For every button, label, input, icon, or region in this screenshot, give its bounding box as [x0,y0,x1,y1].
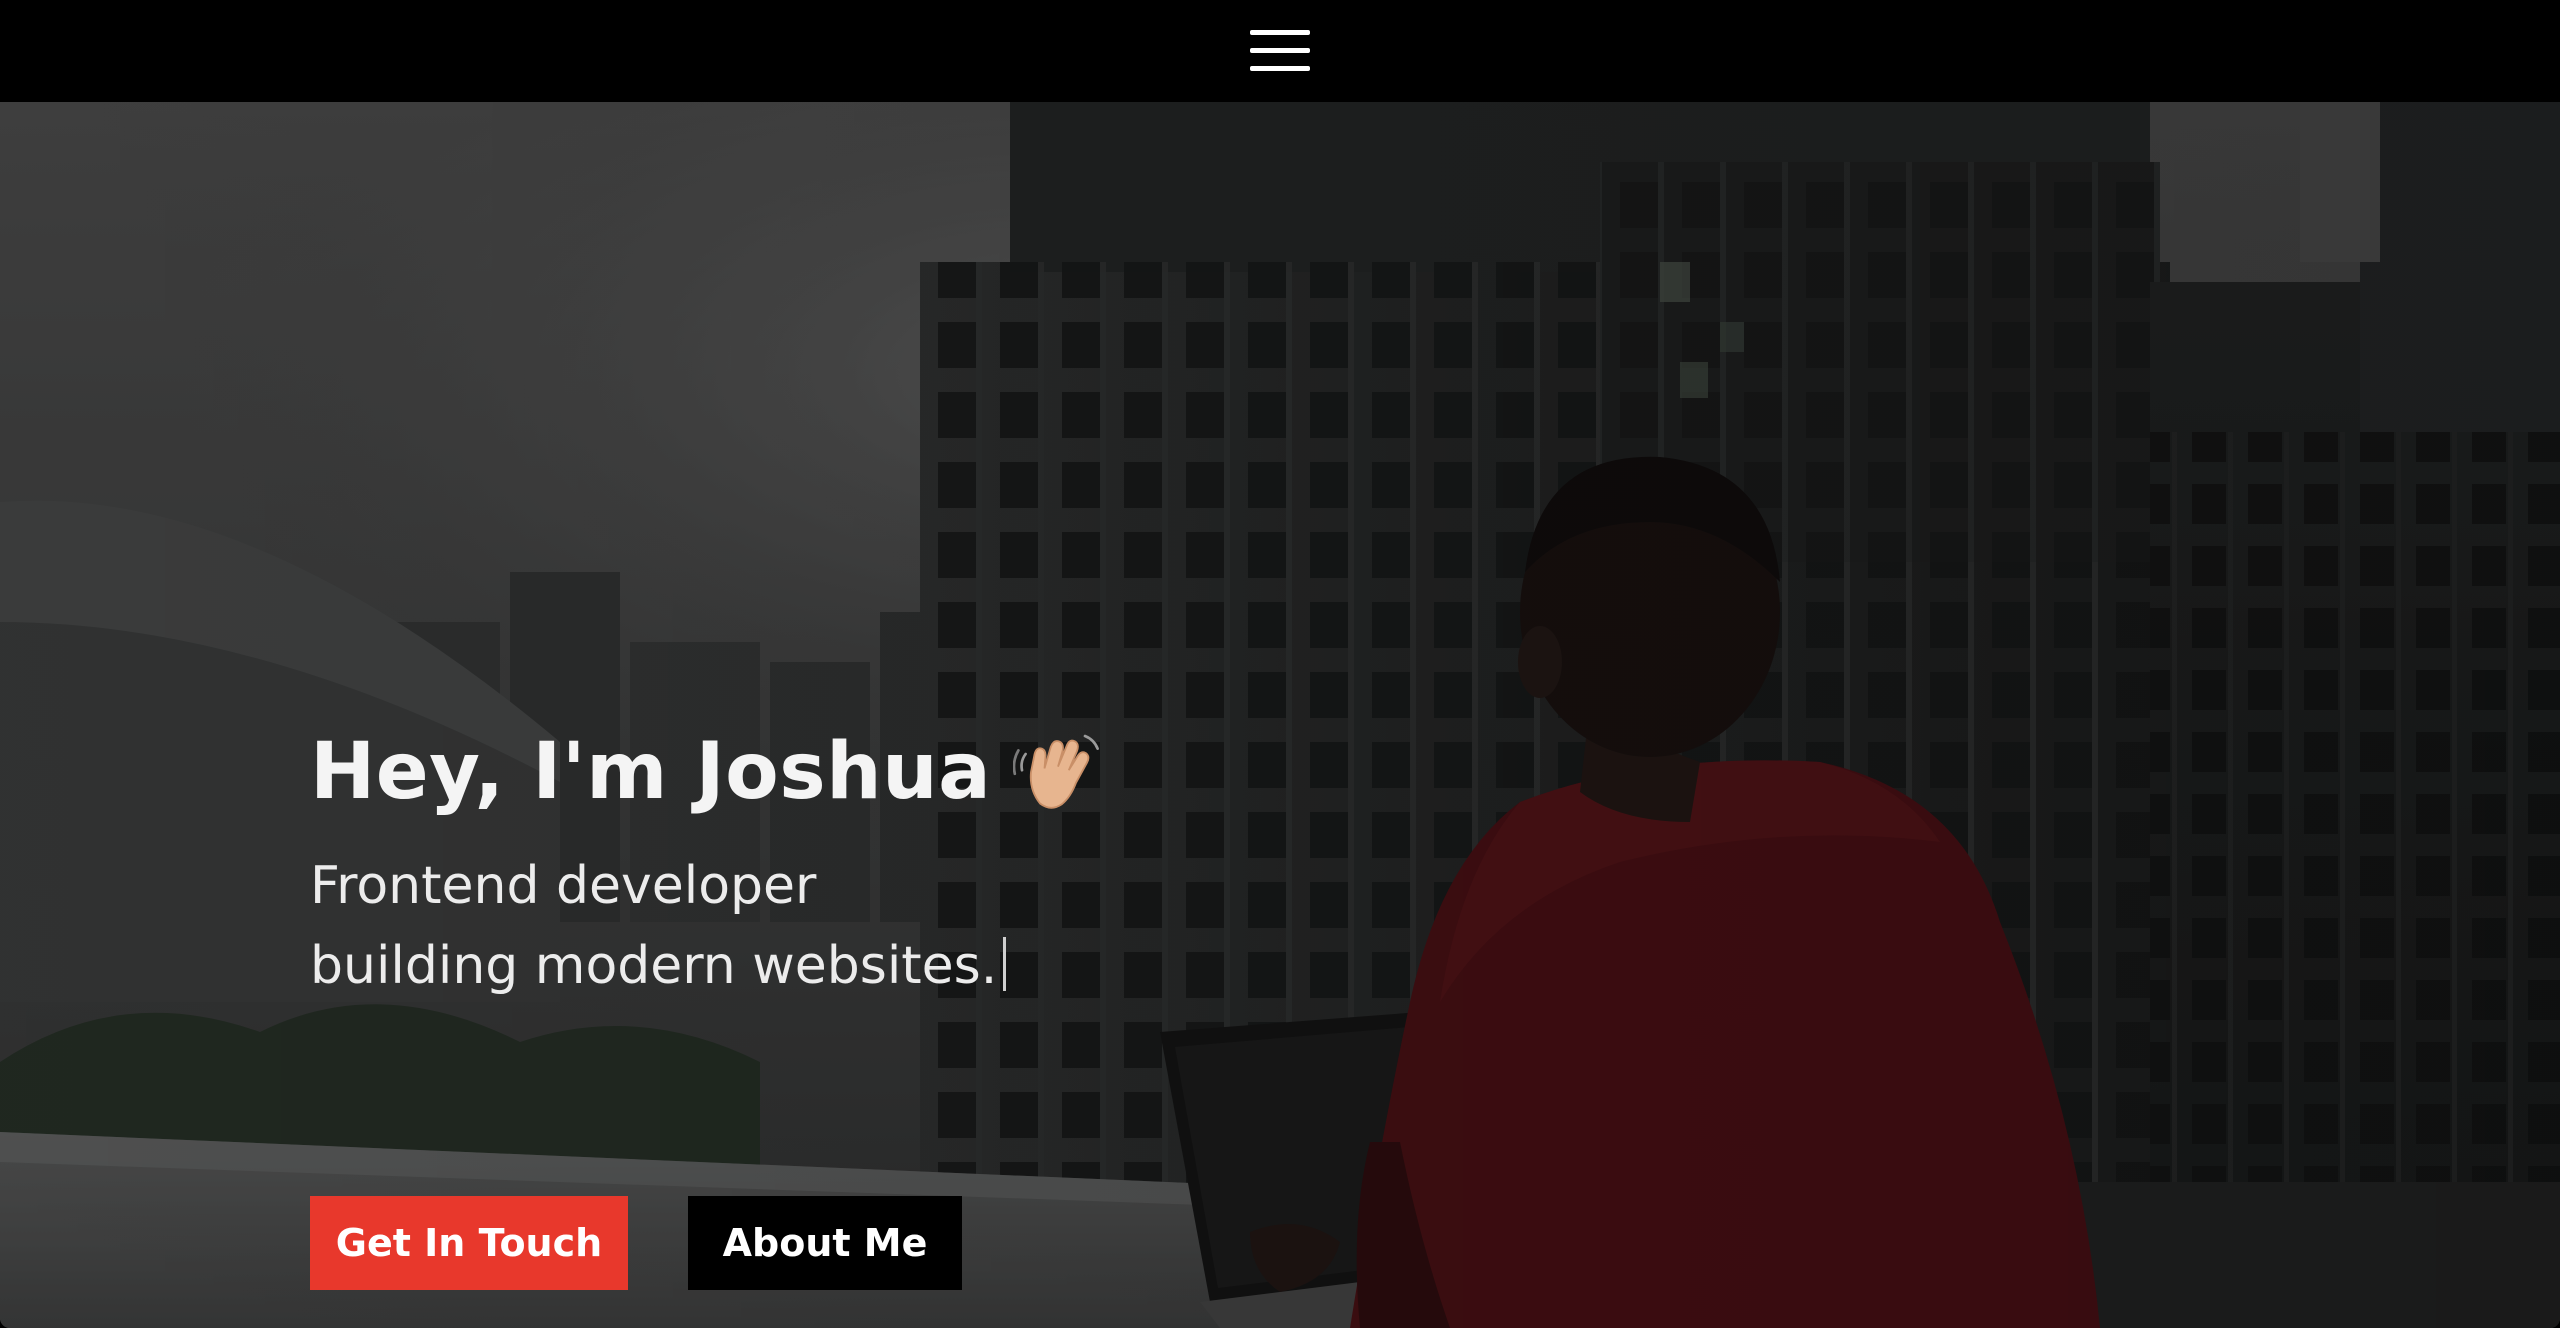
hero-subtitle-line2-wrapper: building modern websites. [310,926,1410,1006]
hero-heading-text: Hey, I'm Joshua [310,727,992,817]
about-me-button[interactable]: About Me [688,1196,962,1290]
hero-background-image [0,102,2560,1328]
get-in-touch-button[interactable]: Get In Touch [310,1196,628,1290]
hamburger-bar [1250,48,1310,53]
hero-section: Hey, I'm Joshua Frontend developer build… [0,102,2560,1328]
hero-content: Hey, I'm Joshua Frontend developer build… [310,722,1410,1290]
waving-hand-icon [1013,734,1100,809]
hamburger-menu-icon[interactable] [1250,30,1310,72]
hero-heading: Hey, I'm Joshua [310,722,1410,822]
hero-subtitle: Frontend developer building modern websi… [310,846,1410,1006]
hero-buttons: Get In Touch About Me [310,1196,962,1290]
hero-subtitle-line2: building modern websites. [310,936,998,996]
hamburger-bar [1250,30,1310,35]
hamburger-bar [1250,66,1310,71]
hero-subtitle-line1: Frontend developer [310,856,817,916]
typing-cursor [1003,937,1007,991]
page: Hey, I'm Joshua Frontend developer build… [0,0,2560,1328]
top-navbar [0,0,2560,102]
